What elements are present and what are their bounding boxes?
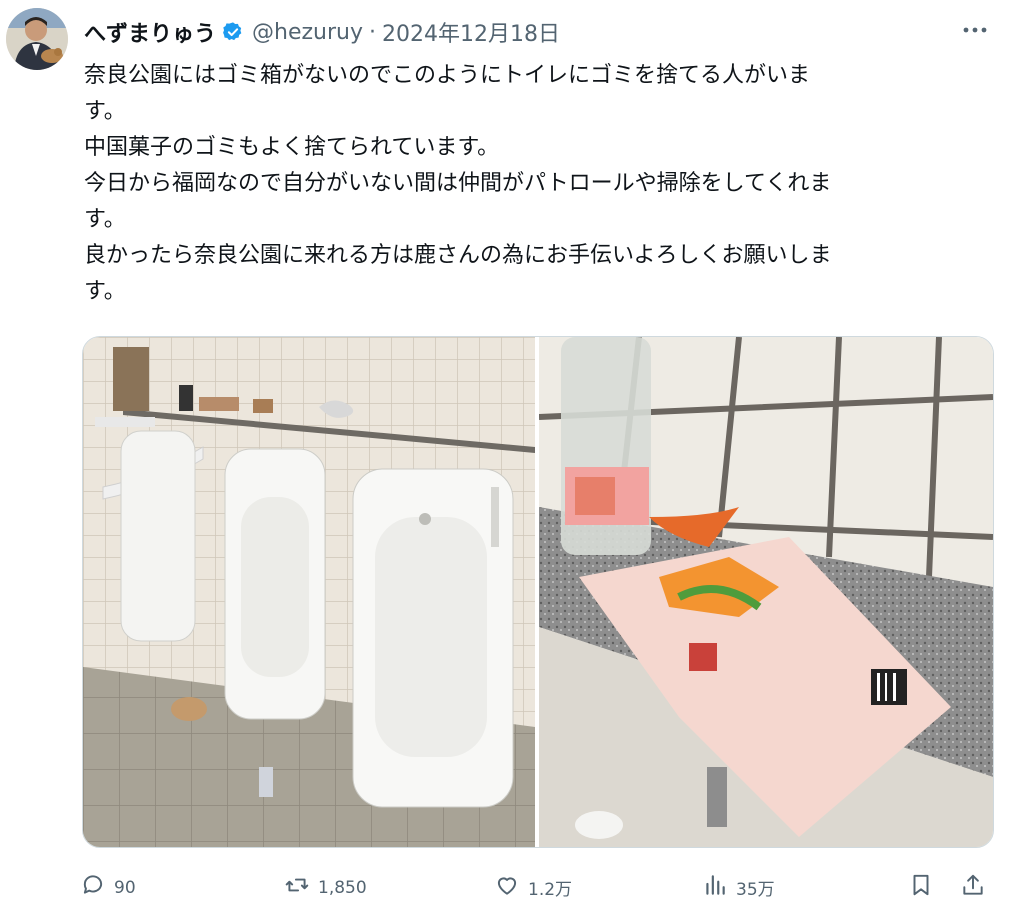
separator-dot: ·: [369, 19, 376, 45]
views-button[interactable]: 35万: [702, 872, 775, 903]
tweet-line: 奈良公園にはゴミ箱がないのでこのようにトイレにゴミを捨てる人がいま: [84, 63, 811, 88]
views-chart-icon: [702, 872, 736, 903]
tweet-line: す。: [84, 99, 126, 124]
reply-count: 90: [114, 877, 136, 898]
heart-icon: [494, 872, 528, 903]
verified-badge-icon: [222, 21, 244, 43]
share-icon: [960, 874, 986, 902]
reply-button[interactable]: 90: [80, 872, 136, 903]
tweet-header: へずまりゅう @hezuruy · 2024年12月18日: [84, 10, 560, 54]
reply-icon: [80, 872, 114, 903]
like-count: 1.2万: [528, 880, 573, 900]
retweet-count: 1,850: [318, 877, 367, 898]
post-date[interactable]: 2024年12月18日: [382, 16, 560, 48]
author-handle[interactable]: @hezuruy: [252, 20, 363, 45]
views-count: 35万: [736, 880, 775, 900]
more-dots-icon[interactable]: [958, 18, 992, 42]
bookmark-icon: [908, 874, 934, 902]
tweet-line: 良かったら奈良公園に来れる方は鹿さんの為にお手伝いよろしくお願いしま: [84, 243, 832, 268]
retweet-icon: [284, 872, 318, 903]
avatar[interactable]: [6, 8, 68, 70]
share-button[interactable]: [960, 872, 986, 902]
tweet-text: 奈良公園にはゴミ箱がないのでこのようにトイレにゴミを捨てる人がいま す。 中国菓…: [84, 58, 984, 310]
tweet-line: す。: [84, 207, 126, 232]
photo-urinals[interactable]: [83, 337, 535, 847]
tweet-line: す。: [84, 279, 126, 304]
tweet-line: 中国菓子のゴミもよく捨てられています。: [84, 135, 500, 160]
retweet-button[interactable]: 1,850: [284, 872, 367, 903]
action-bar: 90 1,850 1.2万 35万: [80, 866, 996, 910]
author-name[interactable]: へずまりゅう: [84, 16, 216, 48]
photo-wrapper-trash[interactable]: [538, 337, 993, 847]
like-button[interactable]: 1.2万: [494, 872, 572, 903]
media-grid: [82, 336, 994, 848]
tweet-line: 今日から福岡なので自分がいない間は仲間がパトロールや掃除をしてくれま: [84, 171, 832, 196]
bookmark-button[interactable]: [908, 872, 934, 902]
